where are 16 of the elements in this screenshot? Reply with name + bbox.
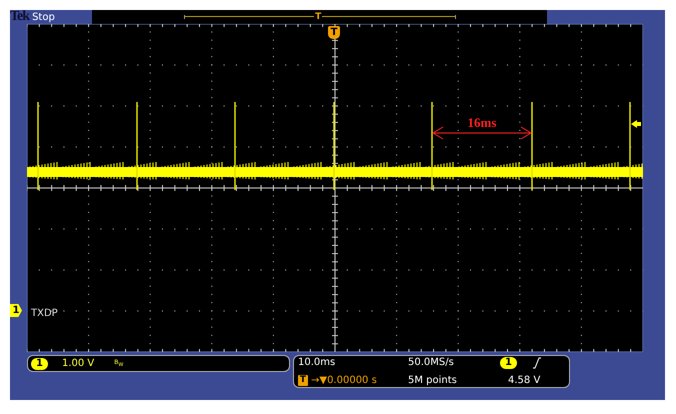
brand-logo: Tek	[10, 10, 30, 24]
trigger-badge: T	[298, 375, 308, 386]
channel-marker[interactable]: 1	[10, 304, 22, 317]
time-per-division: 10.0ms	[298, 357, 336, 368]
horizontal-position: →▼0.00000 s	[311, 375, 377, 386]
sample-rate: 50.0MS/s	[408, 357, 455, 368]
trigger-source-badge: 1	[500, 357, 517, 369]
channel-badge: 1	[31, 358, 48, 370]
measurement-label: 16ms	[468, 115, 496, 130]
volts-per-division: 1.00 V	[62, 358, 94, 369]
acquisition-readout[interactable]: 10.0ms T →▼0.00000 s 50.0MS/s 5M points 1 4.58 V	[293, 355, 570, 388]
trigger-level: 4.58 V	[508, 375, 542, 386]
trigger-marker: T	[328, 26, 340, 39]
channel-label: TXDP	[31, 308, 58, 319]
acquisition-status: Stop	[32, 12, 56, 22]
record-length: 5M points	[408, 375, 458, 386]
